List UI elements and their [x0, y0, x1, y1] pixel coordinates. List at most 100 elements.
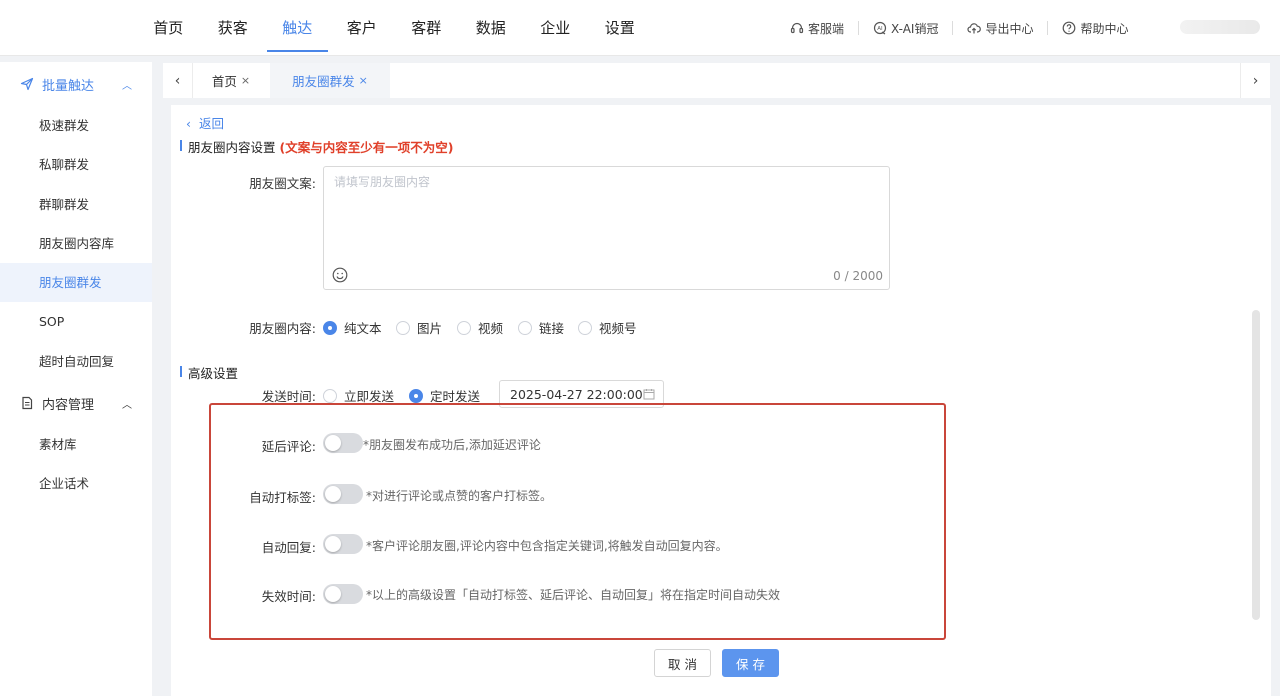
copy-textarea[interactable]	[334, 173, 879, 263]
chevron-up-icon: ︿	[122, 80, 132, 92]
nav-customer[interactable]: 客户	[330, 0, 395, 56]
section-title-advanced: 高级设置	[180, 363, 238, 382]
radio-dot	[457, 320, 471, 335]
nav-settings[interactable]: 设置	[588, 0, 653, 56]
toggle-delayed-comment[interactable]	[323, 433, 363, 453]
cloud-upload-icon	[967, 21, 982, 35]
chevron-up-icon: ︿	[122, 399, 132, 411]
copy-label: 朋友圈文案:	[249, 176, 316, 191]
chevron-left-icon: ‹	[186, 116, 191, 131]
cancel-button[interactable]: 取 消	[654, 649, 711, 677]
datetime-value: 2025-04-27 22:00:00	[510, 386, 643, 402]
ai-icon: AI	[873, 21, 887, 35]
sidebar-group-label: 内容管理	[42, 397, 95, 413]
tabs-bar: ‹ 首页 × 朋友圈群发 × ›	[163, 63, 1270, 98]
tab-home[interactable]: 首页 ×	[193, 63, 269, 98]
tab-moments-broadcast[interactable]: 朋友圈群发 ×	[270, 63, 390, 98]
radio-dot	[323, 388, 337, 403]
content-type-label: 朋友圈内容:	[249, 321, 316, 336]
sidebar-item-group-broadcast[interactable]: 群聊群发	[0, 185, 152, 224]
nav-reach[interactable]: 触达	[265, 0, 330, 56]
radio-label: 纯文本	[344, 321, 382, 336]
sidebar-item-moments-library[interactable]: 朋友圈内容库	[0, 224, 152, 263]
radio-plain-text[interactable]: 纯文本	[323, 318, 382, 337]
sidebar-item-private-broadcast[interactable]: 私聊群发	[0, 145, 152, 184]
sidebar-item-fast-broadcast[interactable]: 极速群发	[0, 106, 152, 145]
top-tools: 客服端 AI X-AI销冠 导出中心 帮助中心	[790, 0, 1129, 56]
export-label: 导出中心	[985, 21, 1034, 36]
radio-link[interactable]: 链接	[518, 318, 564, 337]
hint-auto-reply: *客户评论朋友圈,评论内容中包含指定关键词,将触发自动回复内容。	[366, 539, 728, 553]
service-label: 客服端	[808, 21, 845, 36]
ai-label: X-AI销冠	[891, 21, 939, 36]
ai-link[interactable]: AI X-AI销冠	[873, 18, 938, 38]
sidebar-group-content[interactable]: 内容管理 ︿	[0, 381, 152, 425]
sidebar-item-scripts[interactable]: 企业话术	[0, 464, 152, 503]
radio-video[interactable]: 视频	[457, 318, 503, 337]
hint-delayed-comment: *朋友圈发布成功后,添加延迟评论	[363, 438, 541, 452]
hint-expire-time: *以上的高级设置「自动打标签、延后评论、自动回复」将在指定时间自动失效	[366, 588, 781, 602]
top-navigation-bar: 首页 获客 触达 客户 客群 数据 企业 设置 客服端 AI X-AI销冠 导出…	[0, 0, 1280, 56]
close-icon[interactable]: ×	[359, 74, 368, 87]
close-icon[interactable]: ×	[241, 74, 250, 87]
sidebar-item-moments-broadcast[interactable]: 朋友圈群发	[0, 263, 152, 303]
toggle-knob	[325, 536, 341, 552]
sidebar-group-label: 批量触达	[42, 78, 95, 94]
divider	[1047, 21, 1049, 35]
document-icon	[20, 396, 34, 410]
hint-auto-tag: *对进行评论或点赞的客户打标签。	[366, 489, 553, 503]
radio-image[interactable]: 图片	[396, 318, 442, 337]
svg-text:AI: AI	[877, 26, 883, 32]
advanced-label-expire-time: 失效时间:	[261, 589, 316, 604]
radio-label: 视频	[478, 321, 504, 336]
back-link[interactable]: ‹ 返回	[186, 113, 224, 132]
nav-data[interactable]: 数据	[459, 0, 524, 56]
calendar-icon	[643, 388, 655, 400]
sidebar: 批量触达 ︿ 极速群发 私聊群发 群聊群发 朋友圈内容库 朋友圈群发 SOP 超…	[0, 62, 152, 696]
advanced-settings-highlight-box	[209, 403, 946, 640]
toggle-knob	[325, 486, 341, 502]
section-title-text: 高级设置	[188, 366, 239, 381]
save-button[interactable]: 保 存	[722, 649, 779, 677]
radio-dot	[323, 320, 337, 335]
nav-customer-group[interactable]: 客群	[394, 0, 459, 56]
nav-home[interactable]: 首页	[136, 0, 201, 56]
toggle-auto-reply[interactable]	[323, 534, 363, 554]
sidebar-item-sop[interactable]: SOP	[0, 302, 152, 341]
divider	[952, 21, 954, 35]
nav-enterprise[interactable]: 企业	[523, 0, 588, 56]
toggle-knob	[325, 435, 341, 451]
tabs-scroll-right-button[interactable]: ›	[1240, 63, 1270, 98]
send-icon	[20, 77, 34, 91]
headset-icon	[790, 21, 804, 35]
radio-dot	[578, 320, 592, 335]
main-nav: 首页 获客 触达 客户 客群 数据 企业 设置	[136, 0, 652, 56]
radio-video-channel[interactable]: 视频号	[578, 318, 637, 337]
export-link[interactable]: 导出中心	[967, 18, 1033, 38]
sidebar-group-batch-reach[interactable]: 批量触达 ︿	[0, 62, 152, 106]
sidebar-item-materials[interactable]: 素材库	[0, 425, 152, 464]
emoji-icon[interactable]	[332, 267, 348, 283]
toggle-expire-time[interactable]	[323, 584, 363, 604]
chevron-left-icon: ‹	[174, 72, 181, 89]
tab-label: 首页	[211, 74, 237, 89]
radio-dot	[409, 388, 423, 403]
service-link[interactable]: 客服端	[790, 18, 844, 38]
help-link[interactable]: 帮助中心	[1062, 18, 1129, 38]
section-title-moments-content: 朋友圈内容设置 (文案与内容至少有一项不为空)	[180, 137, 453, 156]
chevron-right-icon: ›	[1252, 72, 1259, 89]
radio-dot	[396, 320, 410, 335]
radio-label: 图片	[417, 321, 443, 336]
radio-label: 视频号	[599, 321, 637, 336]
section-warning: (文案与内容至少有一项不为空)	[279, 140, 454, 155]
user-info-blurred[interactable]	[1180, 20, 1260, 34]
toggle-auto-tag[interactable]	[323, 484, 363, 504]
tabs-scroll-left-button[interactable]: ‹	[163, 63, 193, 98]
toggle-knob	[325, 586, 341, 602]
sidebar-item-auto-reply[interactable]: 超时自动回复	[0, 342, 152, 381]
nav-acquire[interactable]: 获客	[201, 0, 266, 56]
back-label: 返回	[198, 116, 224, 131]
divider	[858, 21, 860, 35]
scrollbar[interactable]	[1252, 310, 1260, 620]
copy-textarea-box: 0 / 2000	[323, 166, 890, 290]
